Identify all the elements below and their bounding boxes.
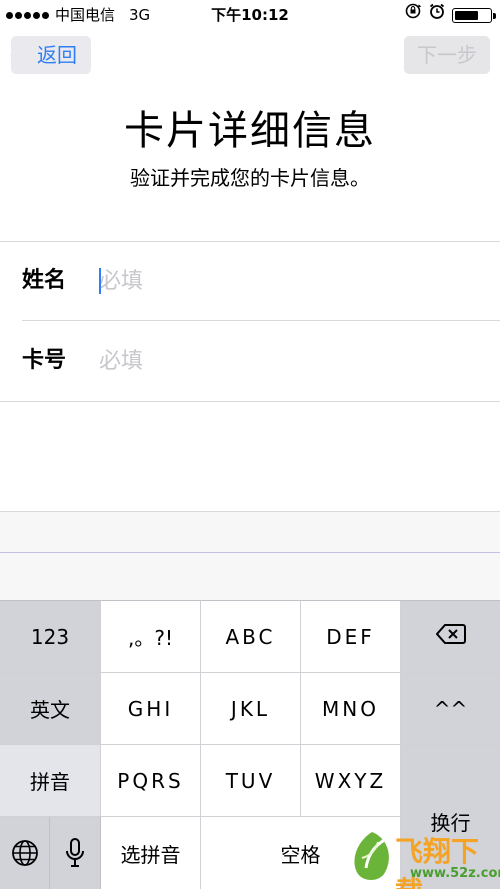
- back-button[interactable]: 返回: [10, 36, 91, 74]
- form-bottom-divider: [0, 401, 500, 402]
- watermark-logo-icon: [354, 832, 389, 880]
- key-wxyz[interactable]: WXYZ: [301, 745, 401, 817]
- card-number-row: 卡号: [0, 321, 500, 401]
- key-emoticon[interactable]: ^^: [401, 673, 500, 745]
- key-punctuation[interactable]: ,。?!: [101, 600, 201, 673]
- key-pqrs[interactable]: PQRS: [101, 745, 201, 817]
- battery-icon: [452, 7, 496, 23]
- key-pinyin[interactable]: 拼音: [0, 745, 101, 817]
- input-accessory-bar: [0, 512, 500, 552]
- page-title: 卡片详细信息: [124, 108, 376, 154]
- globe-key[interactable]: [0, 817, 50, 889]
- dictation-key[interactable]: [50, 817, 101, 889]
- delete-icon: [435, 623, 466, 650]
- status-bar: 中国电信 3G 下午10:12: [0, 0, 500, 30]
- next-step-button[interactable]: 下一步: [404, 36, 490, 74]
- card-details-screen: 中国电信 3G 下午10:12 返回 下一步 卡片详细信息 验证并完成您的卡片信…: [0, 0, 500, 889]
- key-english[interactable]: 英文: [0, 673, 101, 745]
- microphone-icon: [66, 838, 84, 867]
- key-jkl[interactable]: JKL: [201, 673, 301, 745]
- select-pinyin-key[interactable]: 选拼音: [101, 817, 201, 889]
- name-label: 姓名: [22, 268, 67, 293]
- back-button-label: 返回: [37, 43, 77, 67]
- delete-key[interactable]: [401, 600, 500, 673]
- key-numbers[interactable]: 123: [0, 600, 101, 673]
- watermark-url: www.52z.com: [410, 866, 500, 881]
- key-tuv[interactable]: TUV: [201, 745, 301, 817]
- globe-icon: [12, 840, 38, 866]
- page-subtitle: 验证并完成您的卡片信息。: [130, 166, 370, 190]
- site-watermark: 飞翔下载 www.52z.com: [340, 824, 500, 889]
- key-abc[interactable]: ABC: [201, 600, 301, 673]
- key-ghi[interactable]: GHI: [101, 673, 201, 745]
- alarm-icon: [428, 0, 446, 30]
- card-number-input[interactable]: [96, 341, 479, 381]
- candidate-bar: [0, 553, 500, 600]
- back-arrow-icon: [10, 39, 24, 71]
- name-row: 姓名: [0, 241, 500, 321]
- name-input[interactable]: [96, 261, 479, 301]
- status-right: [404, 0, 496, 30]
- card-number-label: 卡号: [22, 348, 67, 373]
- text-cursor: [99, 268, 101, 294]
- key-mno[interactable]: MNO: [301, 673, 401, 745]
- battery-level: [455, 10, 478, 20]
- rotation-lock-icon: [404, 0, 422, 30]
- key-def[interactable]: DEF: [301, 600, 401, 673]
